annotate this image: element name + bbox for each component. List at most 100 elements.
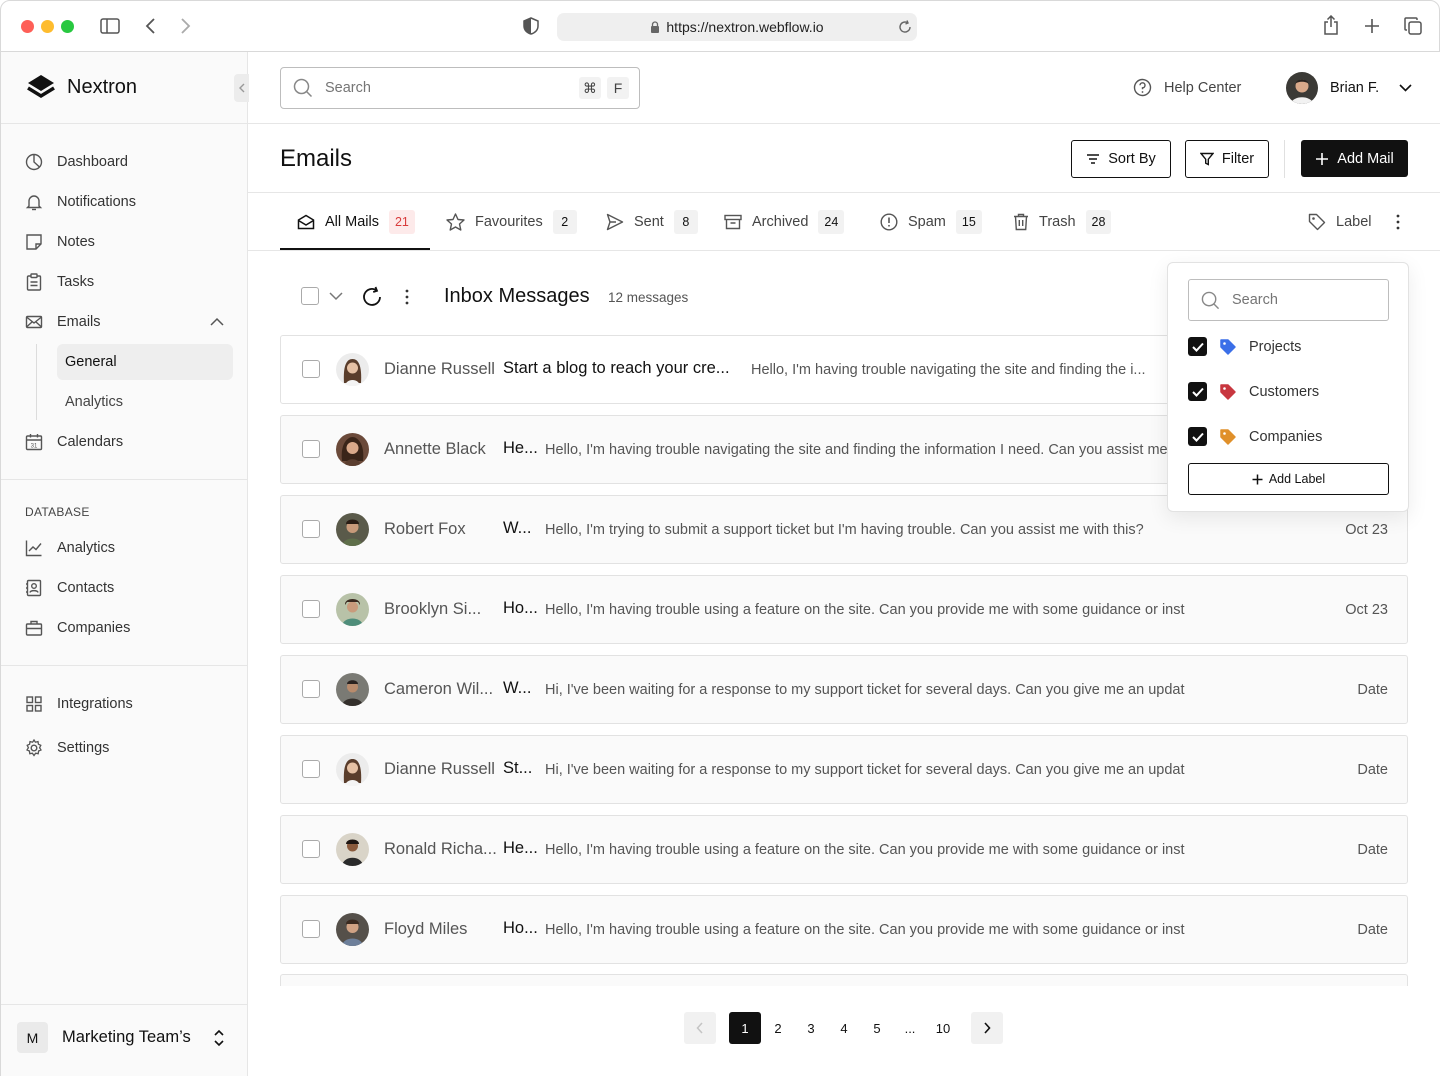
help-center-link[interactable]: Help Center [1133, 78, 1241, 97]
sort-by-label: Sort By [1108, 151, 1156, 167]
tab-archived[interactable]: Archived 24 [724, 209, 845, 235]
team-switcher[interactable]: M Marketing Team’s [17, 1022, 225, 1053]
sidebar-item-db-analytics[interactable]: Analytics [25, 536, 115, 560]
sidebar-subitem-analytics[interactable]: Analytics [57, 384, 233, 420]
tab-favourites[interactable]: Favourites 2 [446, 209, 577, 235]
tab-count-badge: 28 [1085, 210, 1112, 234]
brand[interactable]: Nextron [27, 74, 137, 100]
sidebar-item-label: Tasks [57, 274, 95, 290]
more-options-icon[interactable] [1395, 213, 1401, 231]
email-row[interactable]: Brooklyn Si... Ho... Hello, I'm having t… [280, 575, 1408, 644]
sidebar-item-emails[interactable]: Emails [25, 310, 225, 334]
sidebar-item-integrations[interactable]: Integrations [25, 692, 133, 716]
sidebar-item-contacts[interactable]: Contacts [25, 576, 114, 600]
label-option-customers[interactable]: Customers [1188, 382, 1319, 401]
global-search[interactable]: ⌘ F [280, 67, 640, 109]
page-button[interactable]: 4 [828, 1012, 860, 1044]
tab-label: All Mails [325, 214, 379, 230]
page-button[interactable]: 2 [762, 1012, 794, 1044]
maximize-window-button[interactable] [61, 20, 74, 33]
select-all-checkbox[interactable] [301, 287, 319, 305]
label-search-input[interactable] [1232, 292, 1372, 308]
sidebar-subitem-general[interactable]: General [57, 344, 233, 380]
back-arrow-icon[interactable] [145, 17, 157, 35]
briefcase-icon [25, 620, 43, 636]
page-button[interactable]: 10 [927, 1012, 959, 1044]
tab-spam[interactable]: Spam 15 [880, 209, 982, 235]
page-button[interactable]: 1 [729, 1012, 761, 1044]
tab-trash[interactable]: Trash 28 [1013, 209, 1112, 235]
page-button[interactable]: 3 [795, 1012, 827, 1044]
sidebar-item-settings[interactable]: Settings [25, 736, 109, 760]
sort-by-button[interactable]: Sort By [1071, 140, 1171, 178]
plus-icon [1252, 474, 1263, 484]
share-icon[interactable] [1323, 15, 1339, 35]
forward-arrow-icon[interactable] [179, 17, 191, 35]
shortcut-key-cmd: ⌘ [579, 77, 601, 99]
label-option-companies[interactable]: Companies [1188, 427, 1322, 446]
sidebar-toggle-icon[interactable] [100, 17, 120, 35]
email-sender: Brooklyn Si... [384, 600, 482, 618]
sidebar-item-dashboard[interactable]: Dashboard [25, 150, 128, 174]
tabs-overview-icon[interactable] [1404, 17, 1422, 35]
label-search[interactable] [1188, 279, 1389, 321]
email-checkbox[interactable] [302, 840, 320, 858]
select-options-chevron-icon[interactable] [329, 292, 343, 301]
user-menu[interactable]: Brian F. [1286, 72, 1412, 104]
reload-icon[interactable] [898, 20, 912, 34]
sidebar-item-companies[interactable]: Companies [25, 616, 130, 640]
collapse-sidebar-button[interactable] [234, 74, 249, 102]
sidebar-item-notes[interactable]: Notes [25, 230, 95, 254]
refresh-icon[interactable] [361, 286, 383, 308]
email-checkbox[interactable] [302, 680, 320, 698]
email-checkbox[interactable] [302, 760, 320, 778]
label-checkbox[interactable] [1188, 382, 1207, 401]
tab-label: Favourites [475, 214, 543, 230]
bell-icon [25, 195, 43, 211]
label-option-projects[interactable]: Projects [1188, 337, 1301, 356]
search-input[interactable] [325, 80, 565, 96]
next-page-button[interactable] [971, 1012, 1003, 1044]
page-button[interactable]: 5 [861, 1012, 893, 1044]
sidebar-item-notifications[interactable]: Notifications [25, 190, 136, 214]
add-mail-button[interactable]: Add Mail [1301, 140, 1408, 177]
label-checkbox[interactable] [1188, 337, 1207, 356]
chevron-up-down-icon [214, 1029, 224, 1046]
label-name: Projects [1249, 338, 1302, 355]
address-bar[interactable]: https://nextron.webflow.io [557, 13, 917, 41]
email-row[interactable]: Dianne Russell St... Hi, I've been waiti… [280, 735, 1408, 804]
label-button[interactable]: Label [1308, 209, 1371, 235]
label-name: Companies [1249, 428, 1323, 445]
email-row[interactable]: Floyd Miles Ho... Hello, I'm having trou… [280, 895, 1408, 964]
email-subject: Ho... [503, 599, 538, 617]
sidebar-item-calendars[interactable]: 31 Calendars [25, 430, 123, 454]
sidebar-item-tasks[interactable]: Tasks [25, 270, 94, 294]
shield-icon[interactable] [523, 17, 539, 35]
prev-page-button[interactable] [684, 1012, 716, 1044]
email-sender: Robert Fox [384, 520, 466, 538]
label-checkbox[interactable] [1188, 427, 1207, 446]
email-checkbox[interactable] [302, 520, 320, 538]
chevron-up-icon[interactable] [210, 317, 224, 326]
sidebar-item-label: Analytics [57, 540, 116, 556]
inbox-more-icon[interactable] [404, 288, 410, 306]
tab-count-badge: 8 [673, 210, 698, 234]
email-checkbox[interactable] [302, 440, 320, 458]
email-checkbox[interactable] [302, 360, 320, 378]
tab-sent[interactable]: Sent 8 [606, 209, 698, 235]
add-label-button[interactable]: Add Label [1188, 463, 1389, 495]
email-checkbox[interactable] [302, 920, 320, 938]
filter-button[interactable]: Filter [1185, 140, 1269, 178]
checkmark-icon [1191, 432, 1204, 442]
tab-all-mails[interactable]: All Mails 21 [297, 209, 415, 235]
new-tab-icon[interactable] [1364, 18, 1380, 34]
email-row[interactable]: Cameron Wil... W... Hi, I've been waitin… [280, 655, 1408, 724]
minimize-window-button[interactable] [41, 20, 54, 33]
close-window-button[interactable] [21, 20, 34, 33]
tab-label: Archived [752, 214, 809, 230]
email-row[interactable]: Ronald Richa... He... Hello, I'm having … [280, 815, 1408, 884]
sidebar-item-label: Emails [57, 314, 101, 330]
email-checkbox[interactable] [302, 600, 320, 618]
tab-count-badge: 2 [552, 210, 577, 234]
avatar [336, 913, 369, 946]
